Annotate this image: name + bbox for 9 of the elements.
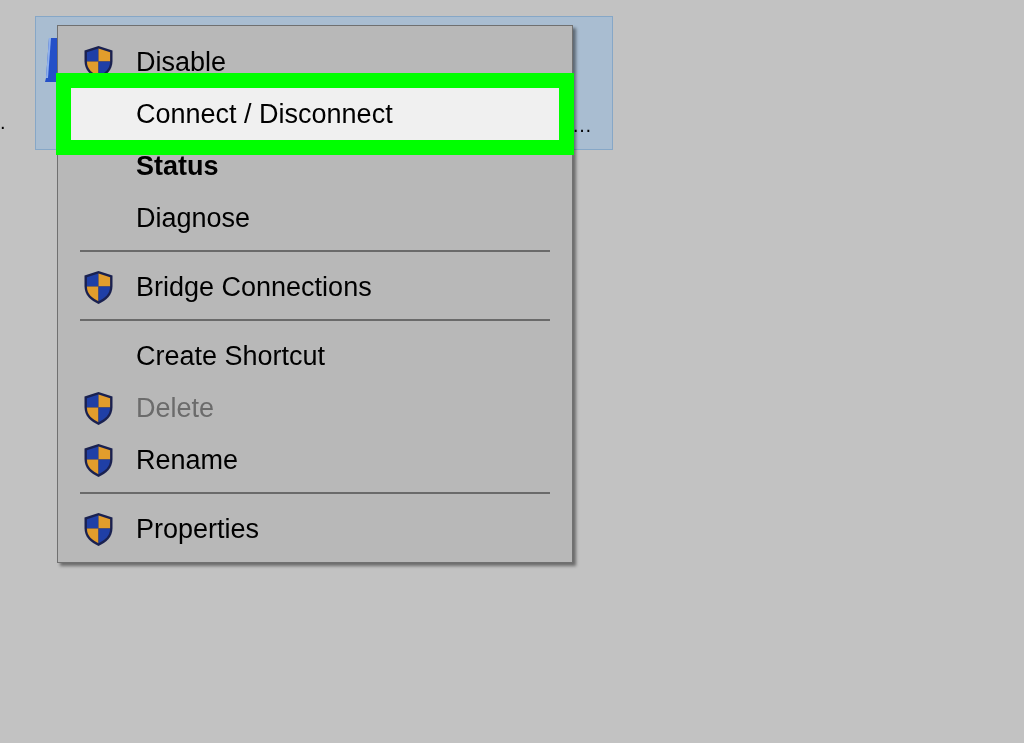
menu-item[interactable]: Rename: [71, 434, 559, 486]
device-icon: [45, 38, 57, 82]
menu-item[interactable]: Diagnose: [71, 192, 559, 244]
item-label-fragment: .: [0, 112, 6, 132]
menu-item[interactable]: Status: [71, 140, 559, 192]
menu-item[interactable]: Properties: [71, 503, 559, 555]
item-label: …: [572, 115, 592, 135]
menu-item[interactable]: Bridge Connections: [71, 261, 559, 313]
menu-item[interactable]: Create Shortcut: [71, 330, 559, 382]
